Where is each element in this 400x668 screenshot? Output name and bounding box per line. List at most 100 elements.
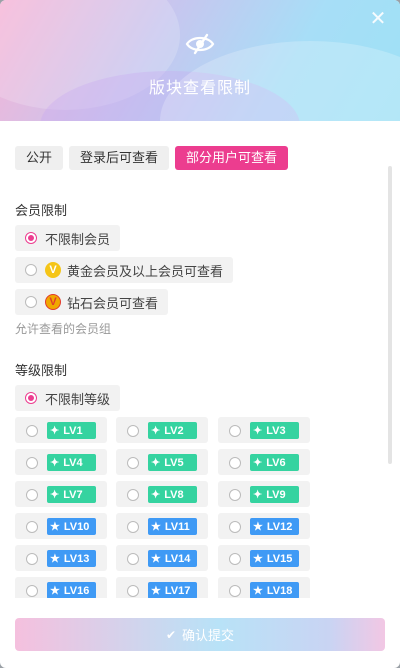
level-option-unlimited[interactable]: 不限制等级 bbox=[15, 385, 121, 411]
level-option-lv9[interactable]: ✦ LV9 bbox=[218, 481, 310, 507]
star-icon: ★ bbox=[50, 521, 60, 533]
level-option-lv17[interactable]: ★ LV17 bbox=[116, 577, 208, 598]
level-option-lv12[interactable]: ★ LV12 bbox=[218, 513, 310, 539]
star-icon: ★ bbox=[253, 521, 263, 533]
level-label: LV11 bbox=[164, 520, 190, 533]
tab-logged-in[interactable]: 登录后可查看 bbox=[69, 146, 170, 170]
radio-unchecked[interactable] bbox=[127, 553, 139, 565]
dialog-header: ✕ 版块查看限制 bbox=[0, 0, 400, 121]
submit-button[interactable]: ✔ 确认提交 bbox=[15, 618, 385, 651]
level-option-lv14[interactable]: ★ LV14 bbox=[116, 545, 208, 571]
level-option-lv4[interactable]: ✦ LV4 bbox=[15, 449, 107, 475]
radio-unchecked[interactable] bbox=[127, 521, 139, 533]
level-option-lv16[interactable]: ★ LV16 bbox=[15, 577, 107, 598]
radio-unchecked[interactable] bbox=[25, 264, 37, 276]
level-option-lv1[interactable]: ✦ LV1 bbox=[15, 417, 107, 443]
radio-unchecked[interactable] bbox=[25, 296, 37, 308]
level-option-lv11[interactable]: ★ LV11 bbox=[116, 513, 208, 539]
level-badge: ✦ LV6 bbox=[250, 454, 299, 471]
level-label: LV12 bbox=[266, 520, 293, 533]
radio-unchecked[interactable] bbox=[26, 489, 38, 501]
level-option-lv7[interactable]: ✦ LV7 bbox=[15, 481, 107, 507]
sparkle-icon: ✦ bbox=[50, 425, 60, 437]
radio-unchecked[interactable] bbox=[26, 521, 38, 533]
level-badge: ★ LV18 bbox=[250, 582, 299, 598]
tab-partial-users[interactable]: 部分用户可查看 bbox=[175, 146, 289, 170]
star-icon: ★ bbox=[50, 585, 60, 597]
member-option-diamond[interactable]: V 钻石会员可查看 bbox=[15, 289, 169, 315]
level-badge: ✦ LV7 bbox=[47, 486, 96, 503]
sparkle-icon: ✦ bbox=[253, 425, 263, 437]
level-option-lv2[interactable]: ✦ LV2 bbox=[116, 417, 208, 443]
level-option-lv3[interactable]: ✦ LV3 bbox=[218, 417, 310, 443]
close-icon[interactable]: ✕ bbox=[368, 9, 388, 29]
star-icon: ★ bbox=[253, 585, 263, 597]
level-option-lv18[interactable]: ★ LV18 bbox=[218, 577, 310, 598]
eye-slash-icon bbox=[185, 33, 215, 55]
level-option-lv15[interactable]: ★ LV15 bbox=[218, 545, 310, 571]
sparkle-icon: ✦ bbox=[151, 457, 161, 469]
level-label: LV17 bbox=[164, 584, 191, 597]
scrollbar[interactable] bbox=[388, 166, 392, 464]
visibility-tabs: 公开 登录后可查看 部分用户可查看 bbox=[15, 146, 289, 170]
option-label: 钻石会员可查看 bbox=[67, 295, 159, 311]
level-badge: ★ LV10 bbox=[47, 518, 96, 535]
radio-unchecked[interactable] bbox=[26, 457, 38, 469]
sparkle-icon: ✦ bbox=[50, 457, 60, 469]
level-badge: ★ LV14 bbox=[148, 550, 197, 567]
radio-checked[interactable] bbox=[25, 392, 37, 404]
sparkle-icon: ✦ bbox=[151, 489, 161, 501]
level-badge: ★ LV16 bbox=[47, 582, 96, 598]
level-badge: ✦ LV8 bbox=[148, 486, 197, 503]
level-option-lv6[interactable]: ✦ LV6 bbox=[218, 449, 310, 475]
star-icon: ★ bbox=[151, 553, 161, 565]
radio-unchecked[interactable] bbox=[229, 553, 241, 565]
level-label: LV16 bbox=[63, 584, 90, 597]
radio-unchecked[interactable] bbox=[229, 585, 241, 597]
member-group-hint: 允许查看的会员组 bbox=[15, 322, 112, 336]
radio-unchecked[interactable] bbox=[229, 425, 241, 437]
member-option-unlimited[interactable]: 不限制会员 bbox=[15, 225, 121, 251]
level-option-lv13[interactable]: ★ LV13 bbox=[15, 545, 107, 571]
radio-unchecked[interactable] bbox=[26, 553, 38, 565]
option-label: 不限制会员 bbox=[45, 231, 111, 247]
member-restriction-heading: 会员限制 bbox=[15, 203, 68, 218]
sparkle-icon: ✦ bbox=[50, 489, 60, 501]
level-label: LV13 bbox=[63, 552, 90, 565]
radio-unchecked[interactable] bbox=[127, 585, 139, 597]
sparkle-icon: ✦ bbox=[253, 489, 263, 501]
sparkle-icon: ✦ bbox=[151, 425, 161, 437]
level-badge: ✦ LV4 bbox=[47, 454, 96, 471]
level-label: LV1 bbox=[63, 424, 83, 437]
star-icon: ★ bbox=[151, 521, 161, 533]
level-badge: ✦ LV1 bbox=[47, 422, 96, 439]
star-icon: ★ bbox=[50, 553, 60, 565]
level-label: LV5 bbox=[164, 456, 184, 469]
tab-public[interactable]: 公开 bbox=[15, 146, 64, 170]
radio-unchecked[interactable] bbox=[26, 425, 38, 437]
level-label: LV4 bbox=[63, 456, 83, 469]
radio-unchecked[interactable] bbox=[127, 457, 139, 469]
level-label: LV8 bbox=[164, 488, 184, 501]
level-badge: ✦ LV5 bbox=[148, 454, 197, 471]
level-option-lv10[interactable]: ★ LV10 bbox=[15, 513, 107, 539]
level-option-lv5[interactable]: ✦ LV5 bbox=[116, 449, 208, 475]
check-icon: ✔ bbox=[165, 627, 177, 642]
level-label: LV10 bbox=[63, 520, 90, 533]
radio-unchecked[interactable] bbox=[229, 457, 241, 469]
level-label: LV15 bbox=[266, 552, 293, 565]
member-option-gold[interactable]: V 黄金会员及以上会员可查看 bbox=[15, 257, 234, 283]
level-badge: ✦ LV3 bbox=[250, 422, 299, 439]
radio-unchecked[interactable] bbox=[127, 425, 139, 437]
submit-label: 确认提交 bbox=[182, 628, 235, 643]
level-label: LV3 bbox=[266, 424, 286, 437]
radio-unchecked[interactable] bbox=[229, 521, 241, 533]
radio-unchecked[interactable] bbox=[127, 489, 139, 501]
level-badge: ★ LV13 bbox=[47, 550, 96, 567]
level-restriction-dialog: ✕ 版块查看限制 公开 登录后可查看 部分用户可查看 会员限制 不限制会员 V … bbox=[0, 0, 400, 668]
level-option-lv8[interactable]: ✦ LV8 bbox=[116, 481, 208, 507]
radio-unchecked[interactable] bbox=[26, 585, 38, 597]
radio-unchecked[interactable] bbox=[229, 489, 241, 501]
radio-checked[interactable] bbox=[25, 232, 37, 244]
level-badge: ✦ LV9 bbox=[250, 486, 299, 503]
